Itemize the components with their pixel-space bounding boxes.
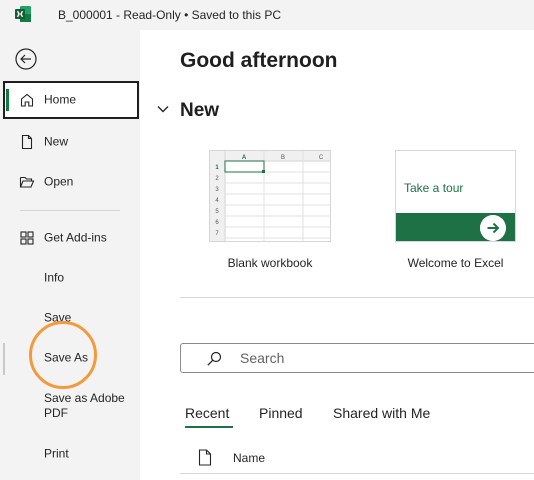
search-box[interactable]	[180, 343, 534, 373]
sidebar-item-label: New	[44, 134, 69, 149]
spreadsheet-preview: A B C 1 2 3 4 5 6 7	[210, 151, 330, 241]
tour-card-text: Take a tour	[404, 181, 464, 195]
template-label[interactable]: Blank workbook	[209, 256, 331, 270]
sidebar-item-label: Info	[44, 270, 65, 285]
tab-recent[interactable]: Recent	[185, 405, 229, 421]
sidebar-item-save-as-adobe-pdf[interactable]: Save as Adobe PDF	[0, 384, 140, 428]
tab-pinned[interactable]: Pinned	[259, 405, 303, 421]
sidebar-item-open[interactable]: Open	[0, 163, 140, 201]
sidebar-item-label: Print	[44, 446, 69, 461]
column-header-a: A	[242, 155, 247, 161]
column-header-c: C	[319, 155, 324, 161]
backstage-main: Good afternoon New A B C 1 2 3 4 5 6 7 B…	[140, 30, 534, 480]
new-document-icon	[21, 134, 33, 150]
name-column-header[interactable]: Name	[233, 451, 265, 465]
sidebar-item-label: Get Add-ins	[44, 230, 107, 245]
tab-shared-with-me[interactable]: Shared with Me	[333, 405, 430, 421]
column-header-b: B	[281, 155, 285, 161]
window-title: B_000001 - Read-Only • Saved to this PC	[58, 8, 281, 22]
sidebar-item-new[interactable]: New	[0, 123, 140, 161]
backstage-sidebar: Home New Open Get Add-ins Info Save Save…	[0, 30, 140, 480]
home-icon	[20, 93, 34, 107]
section-title: New	[180, 100, 220, 121]
file-list-header: Name	[180, 440, 534, 474]
sidebar-item-print[interactable]: Print	[0, 435, 140, 473]
highlight-ring	[29, 321, 97, 389]
folder-open-icon	[19, 176, 35, 188]
sidebar-divider	[20, 210, 120, 211]
active-tab-indicator	[185, 426, 233, 428]
file-icon	[198, 449, 212, 466]
sidebar-item-home[interactable]: Home	[3, 81, 139, 119]
excel-logo-icon	[15, 6, 31, 22]
list-divider	[180, 473, 534, 474]
arrow-right-icon	[480, 215, 506, 241]
sidebar-item-get-add-ins[interactable]: Get Add-ins	[0, 219, 140, 257]
template-label[interactable]: Welcome to Excel	[385, 256, 526, 270]
sidebar-item-label: Home	[44, 92, 77, 107]
chevron-down-icon	[157, 106, 169, 113]
blank-workbook-template[interactable]: A B C 1 2 3 4 5 6 7	[209, 150, 331, 242]
sidebar-item-info[interactable]: Info	[0, 259, 140, 297]
sidebar-item-label: Save as Adobe PDF	[44, 391, 125, 420]
search-icon	[207, 351, 222, 366]
page-title: Good afternoon	[180, 49, 338, 72]
search-input[interactable]	[240, 348, 530, 368]
back-arrow-icon[interactable]	[14, 47, 38, 71]
add-ins-grid-icon	[20, 231, 34, 245]
title-bar: B_000001 - Read-Only • Saved to this PC	[0, 0, 534, 30]
welcome-to-excel-template[interactable]: Take a tour	[395, 150, 516, 242]
section-divider	[180, 297, 534, 298]
selected-indicator	[6, 89, 9, 111]
sidebar-item-label: Open	[44, 174, 74, 189]
